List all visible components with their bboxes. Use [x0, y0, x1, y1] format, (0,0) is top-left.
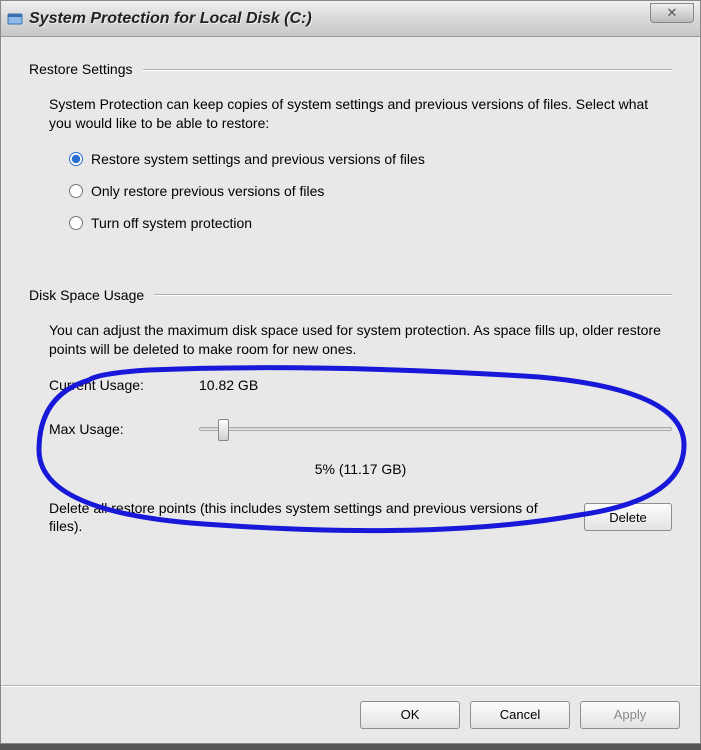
- cancel-button[interactable]: Cancel: [470, 701, 570, 729]
- ok-button[interactable]: OK: [360, 701, 460, 729]
- delete-button[interactable]: Delete: [584, 503, 672, 531]
- max-usage-row: Max Usage:: [49, 421, 672, 437]
- usage-area: Current Usage: 10.82 GB Max Usage: 5% (1…: [49, 377, 672, 499]
- dialog-content: Restore Settings System Protection can k…: [1, 37, 700, 685]
- system-protection-icon: [7, 11, 23, 27]
- restore-description: System Protection can keep copies of sys…: [49, 95, 672, 133]
- disk-description: You can adjust the maximum disk space us…: [49, 321, 672, 359]
- divider: [154, 294, 672, 295]
- max-usage-label: Max Usage:: [49, 421, 199, 437]
- restore-options-group: Restore system settings and previous ver…: [69, 151, 672, 247]
- section-label: Restore Settings: [29, 61, 133, 77]
- radio-label: Only restore previous versions of files: [91, 183, 324, 199]
- disk-space-header: Disk Space Usage: [29, 287, 672, 303]
- current-usage-value: 10.82 GB: [199, 377, 258, 393]
- apply-button[interactable]: Apply: [580, 701, 680, 729]
- close-icon: ✕: [667, 5, 678, 21]
- delete-row: Delete all restore points (this includes…: [49, 499, 672, 537]
- slider-thumb[interactable]: [218, 419, 229, 441]
- close-button[interactable]: ✕: [650, 3, 694, 23]
- radio-restore-files-only[interactable]: Only restore previous versions of files: [69, 183, 672, 199]
- dialog-window: System Protection for Local Disk (C:) ✕ …: [0, 0, 701, 744]
- radio-restore-all[interactable]: Restore system settings and previous ver…: [69, 151, 672, 167]
- radio-turn-off[interactable]: Turn off system protection: [69, 215, 672, 231]
- radio-input[interactable]: [69, 216, 83, 230]
- restore-settings-header: Restore Settings: [29, 61, 672, 77]
- divider: [143, 69, 673, 70]
- max-usage-slider[interactable]: [199, 427, 672, 431]
- radio-label: Turn off system protection: [91, 215, 252, 231]
- titlebar: System Protection for Local Disk (C:) ✕: [1, 1, 700, 37]
- radio-label: Restore system settings and previous ver…: [91, 151, 425, 167]
- section-label: Disk Space Usage: [29, 287, 144, 303]
- radio-input[interactable]: [69, 152, 83, 166]
- delete-description: Delete all restore points (this includes…: [49, 499, 584, 537]
- radio-input[interactable]: [69, 184, 83, 198]
- current-usage-label: Current Usage:: [49, 377, 199, 393]
- window-title: System Protection for Local Disk (C:): [29, 10, 312, 28]
- max-usage-value: 5% (11.17 GB): [49, 461, 672, 477]
- dialog-footer: OK Cancel Apply: [1, 685, 700, 743]
- current-usage-row: Current Usage: 10.82 GB: [49, 377, 672, 393]
